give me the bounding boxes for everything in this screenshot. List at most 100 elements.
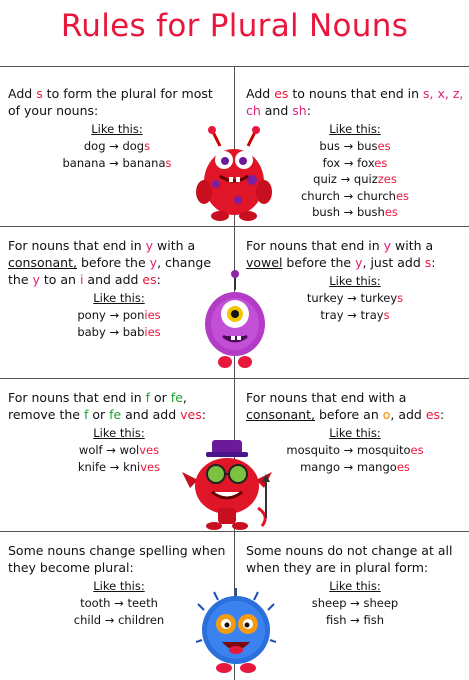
rule-text: Some nouns do not change at all when the… bbox=[246, 543, 453, 575]
example-singular: baby bbox=[77, 324, 106, 339]
example-singular: bus bbox=[319, 139, 340, 153]
rule-add-es: Add es to nouns that end in s, x, z, ch … bbox=[246, 85, 464, 221]
plural-suffix: ves bbox=[140, 459, 161, 474]
blue-fuzzy-monster-illustration bbox=[196, 588, 276, 673]
arrow-icon: → bbox=[350, 596, 360, 610]
arrow-icon: → bbox=[109, 308, 120, 322]
example-plural: mango bbox=[356, 459, 397, 474]
example-singular: quiz bbox=[313, 172, 337, 186]
rule-text: or bbox=[88, 407, 110, 422]
rule-text: es bbox=[274, 86, 289, 101]
plural-suffix: s bbox=[144, 139, 151, 153]
page-title: Rules for Plural Nouns bbox=[60, 8, 409, 44]
arrow-icon: → bbox=[343, 443, 354, 457]
plural-suffix: s bbox=[397, 291, 404, 305]
rule-text: , just add bbox=[362, 255, 425, 270]
rule-text: with a bbox=[153, 238, 196, 253]
arrow-icon: → bbox=[109, 459, 120, 474]
arrow-icon: → bbox=[343, 205, 354, 219]
rule-text: before an bbox=[314, 407, 383, 422]
plural-suffix: ies bbox=[144, 324, 161, 339]
example-plural: turkey bbox=[360, 291, 398, 305]
example-singular: turkey bbox=[306, 291, 344, 305]
purple-one-eyed-monster-illustration bbox=[205, 270, 265, 368]
rule-text: For nouns that end in bbox=[246, 238, 384, 253]
example-row: bush → bushes bbox=[246, 204, 464, 221]
plural-suffix: ies bbox=[144, 308, 161, 322]
rule-text: For nouns that end in bbox=[8, 390, 146, 405]
rule-text: to nouns that end in bbox=[288, 86, 424, 101]
plural-suffix: zes bbox=[377, 172, 397, 186]
arrow-icon: → bbox=[343, 139, 354, 153]
example-plural: kni bbox=[123, 459, 141, 474]
rule-text: fe bbox=[109, 407, 122, 422]
rule-text: and add bbox=[121, 407, 181, 422]
rule-text: ves bbox=[180, 407, 202, 422]
like-this-label: Like this: bbox=[329, 579, 381, 593]
example-singular: knife bbox=[77, 459, 107, 474]
example-singular: tray bbox=[320, 307, 344, 322]
example-row: bus → buses bbox=[246, 138, 464, 155]
rule-text: : bbox=[440, 407, 445, 422]
rule-intro: Add s to form the plural for most of you… bbox=[8, 85, 226, 119]
example-singular: banana bbox=[62, 155, 106, 170]
rule-text: fe bbox=[170, 390, 183, 405]
rule-vowel-y: For nouns that end in y with a vowel bef… bbox=[246, 237, 464, 323]
plural-suffix: ves bbox=[139, 443, 160, 457]
example-plural: bus bbox=[356, 139, 378, 153]
example-row: fish → fish bbox=[246, 612, 464, 629]
like-this-label: Like this: bbox=[329, 122, 381, 136]
plural-suffix: es bbox=[384, 205, 398, 219]
example-plural: pon bbox=[122, 308, 145, 322]
example-row: mango → mangoes bbox=[246, 459, 464, 476]
rule-text: y bbox=[149, 255, 158, 270]
rule-text: Add bbox=[246, 86, 275, 101]
rule-text: and bbox=[260, 103, 293, 118]
arrow-icon: → bbox=[343, 459, 354, 474]
rule-intro: Some nouns do not change at all when the… bbox=[246, 542, 464, 576]
plural-suffix: es bbox=[410, 443, 424, 457]
example-plural: church bbox=[356, 188, 396, 203]
arrow-icon: → bbox=[114, 596, 124, 610]
arrow-icon: → bbox=[343, 155, 354, 170]
example-singular: church bbox=[300, 188, 340, 203]
rule-text: or bbox=[150, 390, 171, 405]
rule-text: : bbox=[156, 272, 161, 287]
rule-text: es bbox=[142, 272, 157, 287]
rule-text: before the bbox=[76, 255, 150, 270]
like-this-label: Like this: bbox=[329, 426, 381, 440]
example-singular: tooth bbox=[80, 596, 111, 610]
rule-text: y bbox=[355, 255, 363, 270]
rule-text: Some nouns change spelling when they bec… bbox=[8, 543, 226, 575]
rule-text: : bbox=[306, 103, 311, 118]
red-monster-illustration bbox=[196, 126, 272, 221]
example-plural: fox bbox=[357, 155, 375, 170]
arrow-icon: → bbox=[109, 139, 119, 153]
example-plural: tray bbox=[360, 307, 384, 322]
example-row: fox → foxes bbox=[246, 155, 464, 172]
example-plural: bush bbox=[356, 205, 385, 219]
rule-text: es bbox=[425, 407, 441, 422]
rule-text: consonant, bbox=[8, 255, 77, 270]
arrow-icon: → bbox=[109, 155, 119, 170]
example-singular: child bbox=[73, 612, 102, 627]
example-plural: dog bbox=[122, 139, 145, 153]
example-plural: children bbox=[118, 612, 165, 627]
example-singular: fox bbox=[322, 155, 341, 170]
rule-text: : bbox=[431, 255, 436, 270]
rule-text: : bbox=[201, 407, 206, 422]
example-singular: sheep bbox=[311, 596, 347, 610]
like-this-label: Like this: bbox=[329, 274, 381, 288]
example-row: church → churches bbox=[246, 188, 464, 205]
example-singular: pony bbox=[77, 308, 106, 322]
red-devil-monster-illustration bbox=[182, 440, 272, 530]
rule-text: before the bbox=[282, 255, 356, 270]
plural-suffix: es bbox=[374, 155, 388, 170]
example-plural: sheep bbox=[363, 596, 399, 610]
example-singular: dog bbox=[83, 139, 106, 153]
rule-text: vowel bbox=[246, 255, 283, 270]
plural-suffix: es bbox=[395, 188, 410, 203]
arrow-icon: → bbox=[340, 172, 351, 186]
rule-intro: For nouns that end in y with a vowel bef… bbox=[246, 237, 464, 271]
rule-intro: For nouns that end in f or fe, remove th… bbox=[8, 389, 230, 423]
